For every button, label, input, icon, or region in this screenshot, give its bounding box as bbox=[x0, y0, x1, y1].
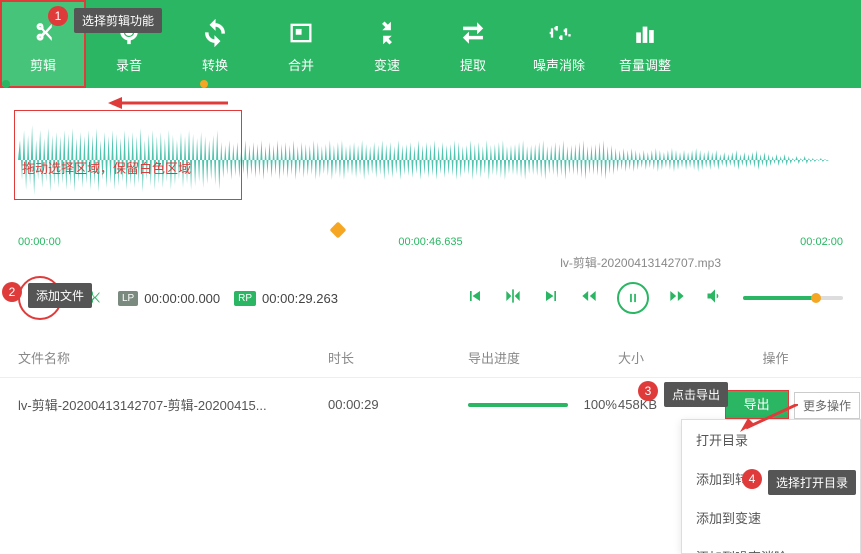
annotation-badge-2: 2 bbox=[2, 282, 22, 302]
header-size: 大小 bbox=[618, 348, 708, 367]
annotation-badge-4: 4 bbox=[742, 469, 762, 489]
waveform-area: 拖动选择区域，保留白色区域 00:00:00 00:00:46.635 00:0… bbox=[0, 88, 861, 268]
merge-icon bbox=[287, 15, 315, 51]
progress-text: 100% bbox=[584, 397, 617, 412]
header-progress: 导出进度 bbox=[468, 348, 618, 367]
trim-in-button[interactable] bbox=[503, 286, 523, 311]
menu-add-noise[interactable]: 添加到噪声消除 bbox=[682, 537, 860, 553]
row-duration: 00:00:29 bbox=[328, 397, 468, 412]
progress-bar bbox=[468, 403, 568, 407]
more-ops-label[interactable]: 更多操作 bbox=[794, 392, 860, 419]
convert-icon bbox=[201, 15, 229, 51]
menu-add-speed[interactable]: 添加到变速 bbox=[682, 498, 860, 537]
row-progress: 100% bbox=[468, 397, 618, 412]
playback-controls bbox=[465, 282, 843, 314]
tool-merge-label: 合并 bbox=[288, 55, 314, 74]
speed-icon bbox=[373, 15, 401, 51]
volume-fill bbox=[743, 296, 813, 300]
time-start: 00:00:00 bbox=[18, 236, 61, 248]
controls-bar: lv-剪辑-20200413142707.mp3 LP 00:00:00.000… bbox=[0, 268, 861, 328]
marker-start[interactable] bbox=[2, 80, 10, 88]
tool-volume[interactable]: 音量调整 bbox=[602, 0, 688, 88]
skip-start-button[interactable] bbox=[465, 286, 485, 311]
forward-button[interactable] bbox=[667, 286, 687, 311]
time-end: 00:02:00 bbox=[800, 236, 843, 248]
tool-speed[interactable]: 变速 bbox=[344, 0, 430, 88]
tool-merge[interactable]: 合并 bbox=[258, 0, 344, 88]
lp-badge[interactable]: LP bbox=[118, 291, 138, 306]
selection-hint: 拖动选择区域，保留白色区域 bbox=[22, 158, 191, 177]
annotation-badge-1: 1 bbox=[48, 6, 68, 26]
annotation-tip-2: 添加文件 bbox=[28, 283, 92, 308]
arrow-annotation-2 bbox=[738, 404, 798, 434]
skip-next-button[interactable] bbox=[541, 286, 561, 311]
tool-convert[interactable]: 转换 bbox=[172, 0, 258, 88]
waveform-track[interactable]: 拖动选择区域，保留白色区域 bbox=[18, 110, 843, 230]
header-name: 文件名称 bbox=[18, 348, 328, 367]
header-action: 操作 bbox=[708, 348, 843, 367]
noise-icon bbox=[545, 15, 573, 51]
tool-noise-label: 噪声消除 bbox=[533, 55, 585, 74]
tool-cut-label: 剪辑 bbox=[30, 55, 56, 74]
tool-volume-label: 音量调整 bbox=[619, 55, 671, 74]
pause-button[interactable] bbox=[617, 282, 649, 314]
volume-icon bbox=[631, 15, 659, 51]
lp-time: 00:00:00.000 bbox=[144, 291, 220, 306]
tool-extract[interactable]: 提取 bbox=[430, 0, 516, 88]
annotation-badge-3: 3 bbox=[638, 381, 658, 401]
current-file-label: lv-剪辑-20200413142707.mp3 bbox=[560, 254, 721, 271]
file-table-header: 文件名称 时长 导出进度 大小 操作 bbox=[0, 338, 861, 378]
annotation-tip-4: 选择打开目录 bbox=[768, 470, 856, 495]
rp-time: 00:00:29.263 bbox=[262, 291, 338, 306]
tool-noise[interactable]: 噪声消除 bbox=[516, 0, 602, 88]
selection-box[interactable] bbox=[14, 110, 242, 200]
annotation-tip-1: 选择剪辑功能 bbox=[74, 8, 162, 33]
rewind-button[interactable] bbox=[579, 286, 599, 311]
row-name: lv-剪辑-20200413142707-剪辑-20200415... bbox=[18, 395, 328, 414]
tool-speed-label: 变速 bbox=[374, 55, 400, 74]
time-mid: 00:00:46.635 bbox=[398, 236, 462, 248]
extract-icon bbox=[459, 15, 487, 51]
marker-end[interactable] bbox=[851, 80, 859, 88]
annotation-tip-3: 点击导出 bbox=[664, 382, 728, 407]
tool-convert-label: 转换 bbox=[202, 55, 228, 74]
time-axis: 00:00:00 00:00:46.635 00:02:00 bbox=[18, 236, 843, 248]
tool-extract-label: 提取 bbox=[460, 55, 486, 74]
marker-selection[interactable] bbox=[200, 80, 208, 88]
tool-record-label: 录音 bbox=[116, 55, 142, 74]
header-duration: 时长 bbox=[328, 348, 468, 367]
rp-badge[interactable]: RP bbox=[234, 291, 256, 306]
volume-slider[interactable] bbox=[743, 296, 843, 300]
volume-icon-ctrl[interactable] bbox=[705, 286, 725, 311]
volume-thumb[interactable] bbox=[811, 293, 821, 303]
